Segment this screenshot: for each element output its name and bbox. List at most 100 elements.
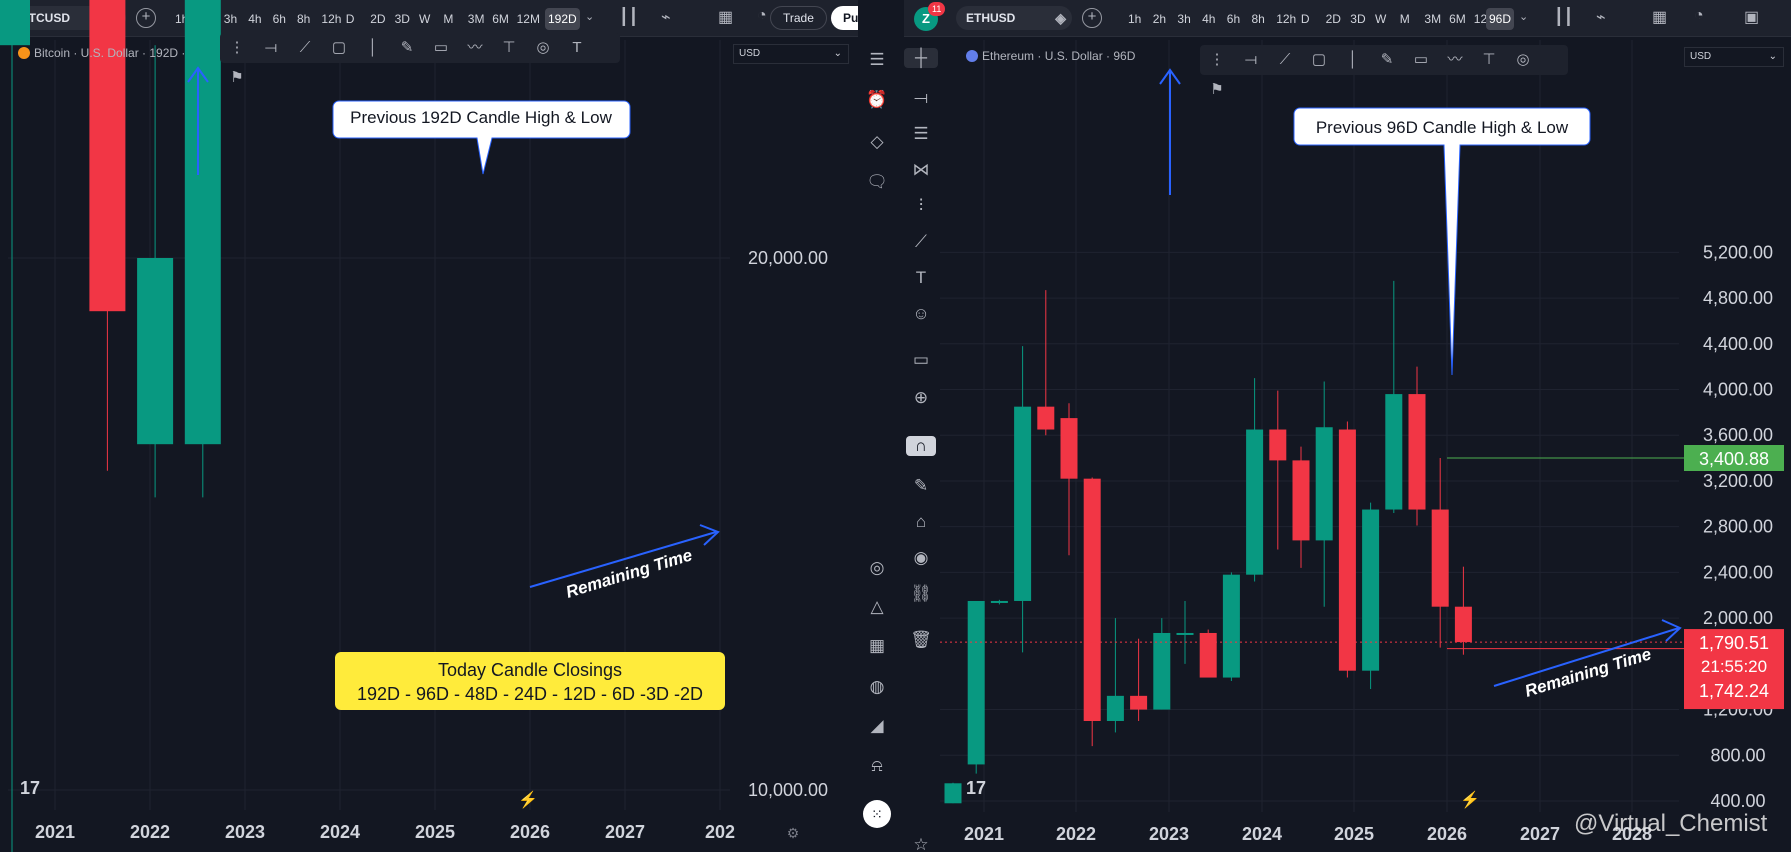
vertical-line-icon[interactable]: │ bbox=[356, 33, 390, 63]
candle-body bbox=[1222, 574, 1240, 678]
btc-currency-select[interactable]: USD ⌄ bbox=[733, 44, 849, 64]
candle-body bbox=[1385, 394, 1403, 510]
target-icon[interactable]: ◎ bbox=[1506, 45, 1540, 75]
feed-icon[interactable]: ◢ bbox=[858, 716, 896, 736]
path-icon[interactable]: 〰 bbox=[1438, 45, 1472, 75]
globe-icon[interactable]: ◍ bbox=[858, 677, 896, 697]
horizontal-line-icon[interactable]: ⟞ bbox=[1234, 45, 1268, 75]
callout-bottom-line2: 192D - 96D - 48D - 24D - 12D - 6D -3D -2… bbox=[357, 684, 703, 704]
candle-body bbox=[990, 600, 1008, 603]
y-tick-label: 2,000.00 bbox=[1703, 608, 1773, 628]
vertical-line-icon[interactable]: │ bbox=[1336, 45, 1370, 75]
y-tick-label: 2,400.00 bbox=[1703, 562, 1773, 582]
x-tick-label: 2027 bbox=[1520, 824, 1560, 844]
y-tick-label: 800.00 bbox=[1710, 745, 1765, 765]
x-tick-label: 2021 bbox=[964, 824, 1004, 844]
y-tick-label: 10,000.00 bbox=[748, 780, 828, 800]
eth-drawing-toolbar: ⋮ ⟞ ⟋ ▢ │ ✎ ▭ 〰 ⊤ ◎⚑ bbox=[1200, 45, 1568, 98]
candle-body bbox=[1315, 427, 1333, 541]
chat-icon[interactable]: 🗨 bbox=[858, 172, 896, 192]
eth-chart-pane: Z 11 ETHUSD ◈ + 1h 2h 3h 4h 6h 8h 12h D 2D 3D W M 3M… bbox=[904, 0, 1791, 852]
remaining-time-label: Remaining Time bbox=[564, 545, 695, 601]
x-tick-label: 2023 bbox=[225, 822, 265, 842]
path-icon[interactable]: 〰 bbox=[458, 33, 492, 63]
btc-chart-canvas[interactable]: 140,000.00130,000.00120,000.00110,000.00… bbox=[0, 0, 858, 852]
text-icon[interactable]: T bbox=[560, 33, 594, 63]
comment-icon[interactable]: ▭ bbox=[424, 33, 458, 63]
candle-body bbox=[184, 0, 221, 445]
horizontal-line-icon[interactable]: ⟞ bbox=[254, 33, 288, 63]
callout-top-bubble bbox=[1293, 107, 1591, 376]
drag-handle-icon[interactable]: ⋮ bbox=[220, 33, 254, 63]
rectangle-icon[interactable]: ▢ bbox=[322, 33, 356, 63]
candle-body bbox=[1153, 632, 1171, 710]
brush-icon[interactable]: ✎ bbox=[1370, 45, 1404, 75]
layers-icon[interactable]: ◇ bbox=[858, 132, 896, 152]
chevron-down-icon: ⌄ bbox=[833, 48, 842, 59]
candle-body bbox=[1037, 406, 1055, 430]
price-label-low: 1,742.24 bbox=[1699, 681, 1769, 701]
x-tick-label: 2022 bbox=[1056, 824, 1096, 844]
candle-body bbox=[1083, 478, 1101, 721]
btc-currency-label: USD bbox=[739, 48, 761, 59]
trend-line-icon[interactable]: ⟋ bbox=[1268, 45, 1302, 75]
y-tick-label: 5,200.00 bbox=[1703, 242, 1773, 262]
eth-currency-select[interactable]: USD ⌄ bbox=[1684, 47, 1784, 67]
x-tick-label: 2026 bbox=[510, 822, 550, 842]
chevron-down-icon: ⌄ bbox=[1768, 51, 1777, 62]
candle-body bbox=[137, 258, 174, 445]
drag-handle-icon[interactable]: ⋮ bbox=[1200, 45, 1234, 75]
btc-drawing-toolbar: ⋮ ⟞ ⟋ ▢ │ ✎ ▭ 〰 ⊤ ◎ T⚑ bbox=[220, 33, 620, 86]
price-label-icon[interactable]: ⊤ bbox=[1472, 45, 1506, 75]
btc-legend-text: Bitcoin · U.S. Dollar · 192D · bbox=[34, 46, 186, 60]
target-icon[interactable]: ◎ bbox=[526, 33, 560, 63]
candle-body bbox=[1408, 394, 1426, 510]
callout-bottom-line1: Today Candle Closings bbox=[438, 660, 622, 680]
x-tick-label: 202 bbox=[705, 822, 735, 842]
tradingview-logo-icon[interactable]: 17 bbox=[20, 778, 40, 799]
x-tick-label: 2024 bbox=[320, 822, 360, 842]
x-tick-label: 2024 bbox=[1242, 824, 1282, 844]
candle-body bbox=[1269, 429, 1287, 461]
candle-body bbox=[1106, 695, 1124, 721]
y-tick-label: 4,000.00 bbox=[1703, 380, 1773, 400]
pyramid-icon[interactable]: △ bbox=[858, 597, 896, 617]
rectangle-icon[interactable]: ▢ bbox=[1302, 45, 1336, 75]
y-tick-label: 2,800.00 bbox=[1703, 517, 1773, 537]
bell-icon[interactable]: ⍾ bbox=[858, 756, 896, 776]
ethereum-icon bbox=[966, 50, 978, 62]
candle-body bbox=[0, 0, 30, 46]
watchlist-icon[interactable]: ☰ bbox=[858, 50, 896, 70]
btc-chart-pane: BTCUSD ◈ + 1h2h3h4h6h8h12hD2D3DWM3M6M12M… bbox=[0, 0, 858, 852]
alarm-clock-icon[interactable]: ⏰ bbox=[858, 90, 896, 110]
flag-icon[interactable]: ⚑ bbox=[220, 63, 254, 93]
target-icon[interactable]: ◎ bbox=[858, 558, 896, 578]
trend-line-icon[interactable]: ⟋ bbox=[288, 33, 322, 63]
calendar-icon[interactable]: ▦ bbox=[858, 636, 896, 656]
callout-top-text: Previous 96D Candle High & Low bbox=[1316, 118, 1569, 137]
eth-chart-canvas[interactable]: 5,200.00 4,800.00 4,400.00 4,000.00 3,600.00… bbox=[904, 0, 1791, 852]
x-tick-label: 2025 bbox=[1334, 824, 1374, 844]
apps-grid-icon[interactable]: ⁙ bbox=[863, 800, 891, 828]
x-tick-label: 2026 bbox=[1427, 824, 1467, 844]
author-watermark: @Virtual_Chemist bbox=[1574, 810, 1768, 837]
candle-body bbox=[1060, 418, 1078, 479]
candle-body bbox=[1362, 509, 1380, 671]
remaining-time-label: Remaining Time bbox=[1523, 644, 1654, 700]
x-tick-label: 2021 bbox=[35, 822, 75, 842]
callout-top-text: Previous 192D Candle High & Low bbox=[350, 108, 612, 127]
tradingview-logo-icon[interactable]: 17 bbox=[966, 778, 986, 799]
brush-icon[interactable]: ✎ bbox=[390, 33, 424, 63]
y-tick-label: 400.00 bbox=[1710, 791, 1765, 811]
candle-body bbox=[1130, 695, 1148, 710]
flash-icon: ⚡ bbox=[518, 790, 538, 809]
candle-body bbox=[1199, 632, 1217, 678]
price-label-icon[interactable]: ⊤ bbox=[492, 33, 526, 63]
x-tick-label: 2027 bbox=[605, 822, 645, 842]
flag-icon[interactable]: ⚑ bbox=[1200, 75, 1234, 105]
comment-icon[interactable]: ▭ bbox=[1404, 45, 1438, 75]
settings-icon: ⚙ bbox=[787, 825, 800, 841]
candle-body bbox=[1176, 632, 1194, 635]
bitcoin-icon bbox=[18, 47, 30, 59]
y-tick-label: 20,000.00 bbox=[748, 248, 828, 268]
